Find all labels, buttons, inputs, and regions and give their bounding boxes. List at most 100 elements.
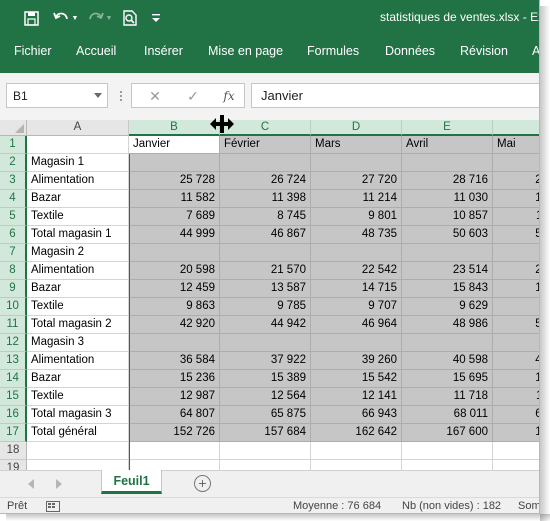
value-cell[interactable]: 9 801 [311, 208, 402, 226]
value-cell[interactable] [311, 442, 402, 460]
row-label-cell[interactable]: Total général [27, 424, 129, 442]
row-header[interactable]: 19 [0, 460, 27, 470]
value-cell[interactable] [129, 442, 220, 460]
value-cell[interactable]: 29 [493, 172, 539, 190]
column-header-b[interactable]: B [129, 120, 220, 136]
row-header[interactable]: 5 [0, 208, 27, 226]
name-box[interactable]: B1 [6, 83, 108, 108]
value-cell[interactable]: 16 [493, 280, 539, 298]
value-cell[interactable]: 15 [493, 370, 539, 388]
value-cell[interactable]: 23 514 [402, 262, 493, 280]
value-cell[interactable]: 24 [493, 262, 539, 280]
value-cell[interactable]: 11 030 [402, 190, 493, 208]
status-average[interactable]: Moyenne : 76 684 [293, 500, 381, 512]
value-cell[interactable] [493, 460, 539, 470]
value-cell[interactable] [220, 244, 311, 262]
value-cell[interactable]: 12 459 [129, 280, 220, 298]
value-cell[interactable]: 44 999 [129, 226, 220, 244]
value-cell[interactable]: 27 720 [311, 172, 402, 190]
row-label-cell[interactable]: Magasin 1 [27, 154, 129, 172]
value-cell[interactable]: 66 943 [311, 406, 402, 424]
row-label-cell[interactable] [27, 460, 129, 470]
value-cell[interactable] [220, 154, 311, 172]
value-cell[interactable]: 69 [493, 406, 539, 424]
redo-icon[interactable] [86, 7, 106, 29]
row-header[interactable]: 18 [0, 442, 27, 460]
value-cell[interactable] [493, 244, 539, 262]
row-label-cell[interactable]: Textile [27, 298, 129, 316]
value-cell[interactable]: 11 [493, 388, 539, 406]
row-label-cell[interactable]: Bazar [27, 370, 129, 388]
scroll-tabs-right-icon[interactable] [56, 479, 62, 489]
row-header[interactable]: 7 [0, 244, 27, 262]
row-header[interactable]: 15 [0, 388, 27, 406]
value-cell[interactable]: 15 542 [311, 370, 402, 388]
row-header[interactable]: 6 [0, 226, 27, 244]
row-label-cell[interactable]: Alimentation [27, 172, 129, 190]
value-cell[interactable]: 20 598 [129, 262, 220, 280]
row-label-cell[interactable]: Magasin 3 [27, 334, 129, 352]
value-cell[interactable]: 26 724 [220, 172, 311, 190]
value-cell[interactable]: 22 542 [311, 262, 402, 280]
month-header-cell[interactable]: Mai [493, 136, 539, 154]
row-header[interactable]: 12 [0, 334, 27, 352]
chevron-down-icon[interactable] [94, 93, 102, 98]
row-label-cell[interactable]: Magasin 2 [27, 244, 129, 262]
row-header[interactable]: 16 [0, 406, 27, 424]
row-header[interactable]: 4 [0, 190, 27, 208]
value-cell[interactable]: 15 236 [129, 370, 220, 388]
value-cell[interactable] [129, 244, 220, 262]
row-header[interactable]: 1 [0, 136, 27, 154]
value-cell[interactable] [402, 460, 493, 470]
row-header[interactable]: 14 [0, 370, 27, 388]
value-cell[interactable]: 11 718 [402, 388, 493, 406]
value-cell[interactable]: 162 642 [311, 424, 402, 442]
value-cell[interactable]: 65 875 [220, 406, 311, 424]
tab-revision[interactable]: Révision [460, 44, 508, 58]
tab-mise-en-page[interactable]: Mise en page [208, 44, 283, 58]
sheet-tab-feuil1[interactable]: Feuil1 [101, 470, 162, 494]
value-cell[interactable]: 13 587 [220, 280, 311, 298]
value-cell[interactable] [129, 460, 220, 470]
value-cell[interactable]: 9 785 [220, 298, 311, 316]
undo-icon[interactable] [50, 7, 72, 29]
value-cell[interactable]: 46 964 [311, 316, 402, 334]
value-cell[interactable] [402, 244, 493, 262]
value-cell[interactable]: 14 715 [311, 280, 402, 298]
value-cell[interactable] [493, 442, 539, 460]
value-cell[interactable]: 48 986 [402, 316, 493, 334]
value-cell[interactable]: 10 857 [402, 208, 493, 226]
value-cell[interactable]: 15 695 [402, 370, 493, 388]
value-cell[interactable] [129, 334, 220, 352]
value-cell[interactable]: 52 [493, 226, 539, 244]
row-header[interactable]: 10 [0, 298, 27, 316]
value-cell[interactable]: 44 942 [220, 316, 311, 334]
value-cell[interactable]: 42 920 [129, 316, 220, 334]
value-cell[interactable]: 64 807 [129, 406, 220, 424]
value-cell[interactable] [402, 154, 493, 172]
value-cell[interactable]: 10 [493, 190, 539, 208]
value-cell[interactable]: 15 389 [220, 370, 311, 388]
value-cell[interactable]: 12 987 [129, 388, 220, 406]
value-cell[interactable]: 17 [493, 424, 539, 442]
value-cell[interactable]: 37 922 [220, 352, 311, 370]
tab-formules[interactable]: Formules [307, 44, 359, 58]
tab-donnees[interactable]: Données [385, 44, 435, 58]
value-cell[interactable]: 12 141 [311, 388, 402, 406]
value-cell[interactable]: 8 745 [220, 208, 311, 226]
value-cell[interactable]: 9 [493, 298, 539, 316]
row-label-cell[interactable]: Total magasin 3 [27, 406, 129, 424]
save-icon[interactable] [21, 7, 41, 29]
row-header[interactable]: 9 [0, 280, 27, 298]
value-cell[interactable]: 40 598 [402, 352, 493, 370]
month-header-cell[interactable]: Mars [311, 136, 402, 154]
row-label-cell[interactable]: Textile [27, 208, 129, 226]
value-cell[interactable] [402, 334, 493, 352]
value-cell[interactable]: 48 735 [311, 226, 402, 244]
value-cell[interactable]: 36 584 [129, 352, 220, 370]
row-label-cell[interactable] [27, 136, 129, 154]
tab-accueil[interactable]: Accueil [76, 44, 116, 58]
formula-input[interactable]: Janvier [251, 83, 539, 108]
tab-inserer[interactable]: Insérer [144, 44, 183, 58]
value-cell[interactable]: 11 582 [129, 190, 220, 208]
